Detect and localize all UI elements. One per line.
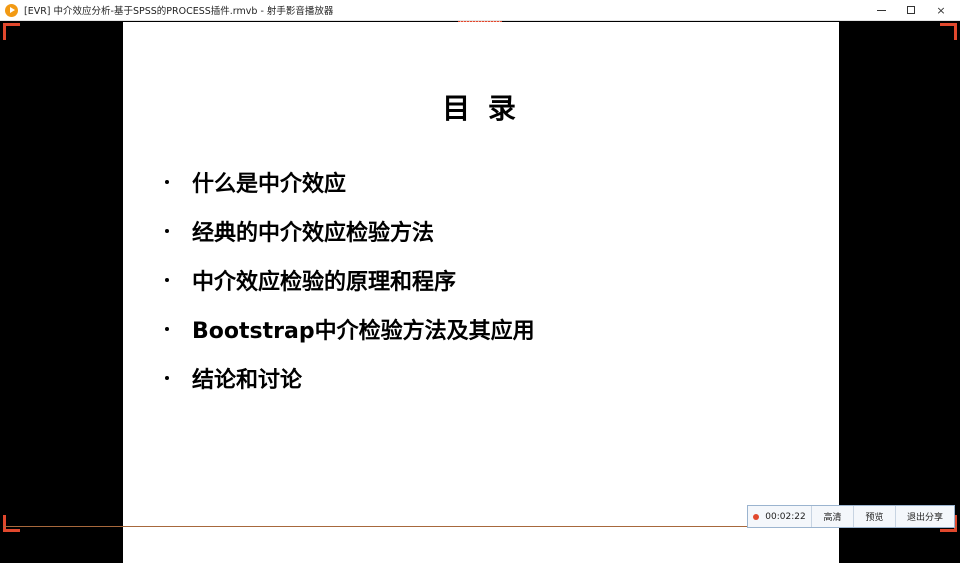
player-app-icon[interactable]	[5, 3, 18, 17]
minimize-icon	[876, 9, 886, 11]
recording-dot-icon	[753, 513, 760, 520]
title-bar[interactable]: [EVR] 中介效应分析-基于SPSS的PROCESS插件.rmvb - 射手影…	[0, 0, 960, 21]
bullet-dot-icon	[165, 228, 169, 233]
bullet-dot-icon	[165, 179, 169, 184]
bullet-dot-icon	[165, 326, 169, 331]
capture-corner-top-left	[3, 23, 20, 40]
close-button[interactable]: ×	[926, 0, 956, 21]
share-toolbar: 00:02:22 高清 预览 退出分享	[747, 505, 955, 528]
player-window: [EVR] 中介效应分析-基于SPSS的PROCESS插件.rmvb - 射手影…	[0, 0, 960, 563]
maximize-icon	[907, 6, 915, 14]
preview-button[interactable]: 预览	[854, 506, 896, 527]
bullet-dot-icon	[165, 277, 169, 282]
list-item-text: 什么是中介效应	[192, 171, 347, 197]
minimize-button[interactable]	[866, 0, 896, 21]
list-item-text: 经典的中介效应检验方法	[192, 220, 435, 246]
list-item: Bootstrap中介检验方法及其应用	[165, 304, 535, 353]
list-item-text: 结论和讨论	[192, 367, 303, 393]
slide-title: 目 录	[442, 92, 520, 125]
maximize-button[interactable]	[896, 0, 926, 21]
close-icon: ×	[936, 3, 946, 17]
list-item-text: 中介效应检验的原理和程序	[192, 269, 457, 295]
list-item: 经典的中介效应检验方法	[165, 206, 535, 255]
list-item: 中介效应检验的原理和程序	[165, 255, 535, 304]
capture-corner-bottom-left	[3, 515, 20, 532]
recording-time: 00:02:22	[765, 511, 806, 522]
video-frame-slide: 目 录 什么是中介效应 经典的中介效应检验方法 中介效应检验的原理和程序 Boo…	[123, 22, 839, 563]
capture-corner-top-right	[940, 23, 957, 40]
list-item: 什么是中介效应	[165, 157, 535, 206]
recording-timer: 00:02:22	[748, 506, 812, 527]
list-item: 结论和讨论	[165, 353, 535, 402]
window-title: [EVR] 中介效应分析-基于SPSS的PROCESS插件.rmvb - 射手影…	[24, 6, 334, 17]
hd-button[interactable]: 高清	[812, 506, 854, 527]
exit-share-button[interactable]: 退出分享	[896, 506, 954, 527]
slide-bullet-list: 什么是中介效应 经典的中介效应检验方法 中介效应检验的原理和程序 Bootstr…	[165, 157, 535, 402]
list-item-text: Bootstrap中介检验方法及其应用	[192, 318, 535, 344]
bullet-dot-icon	[165, 375, 169, 380]
